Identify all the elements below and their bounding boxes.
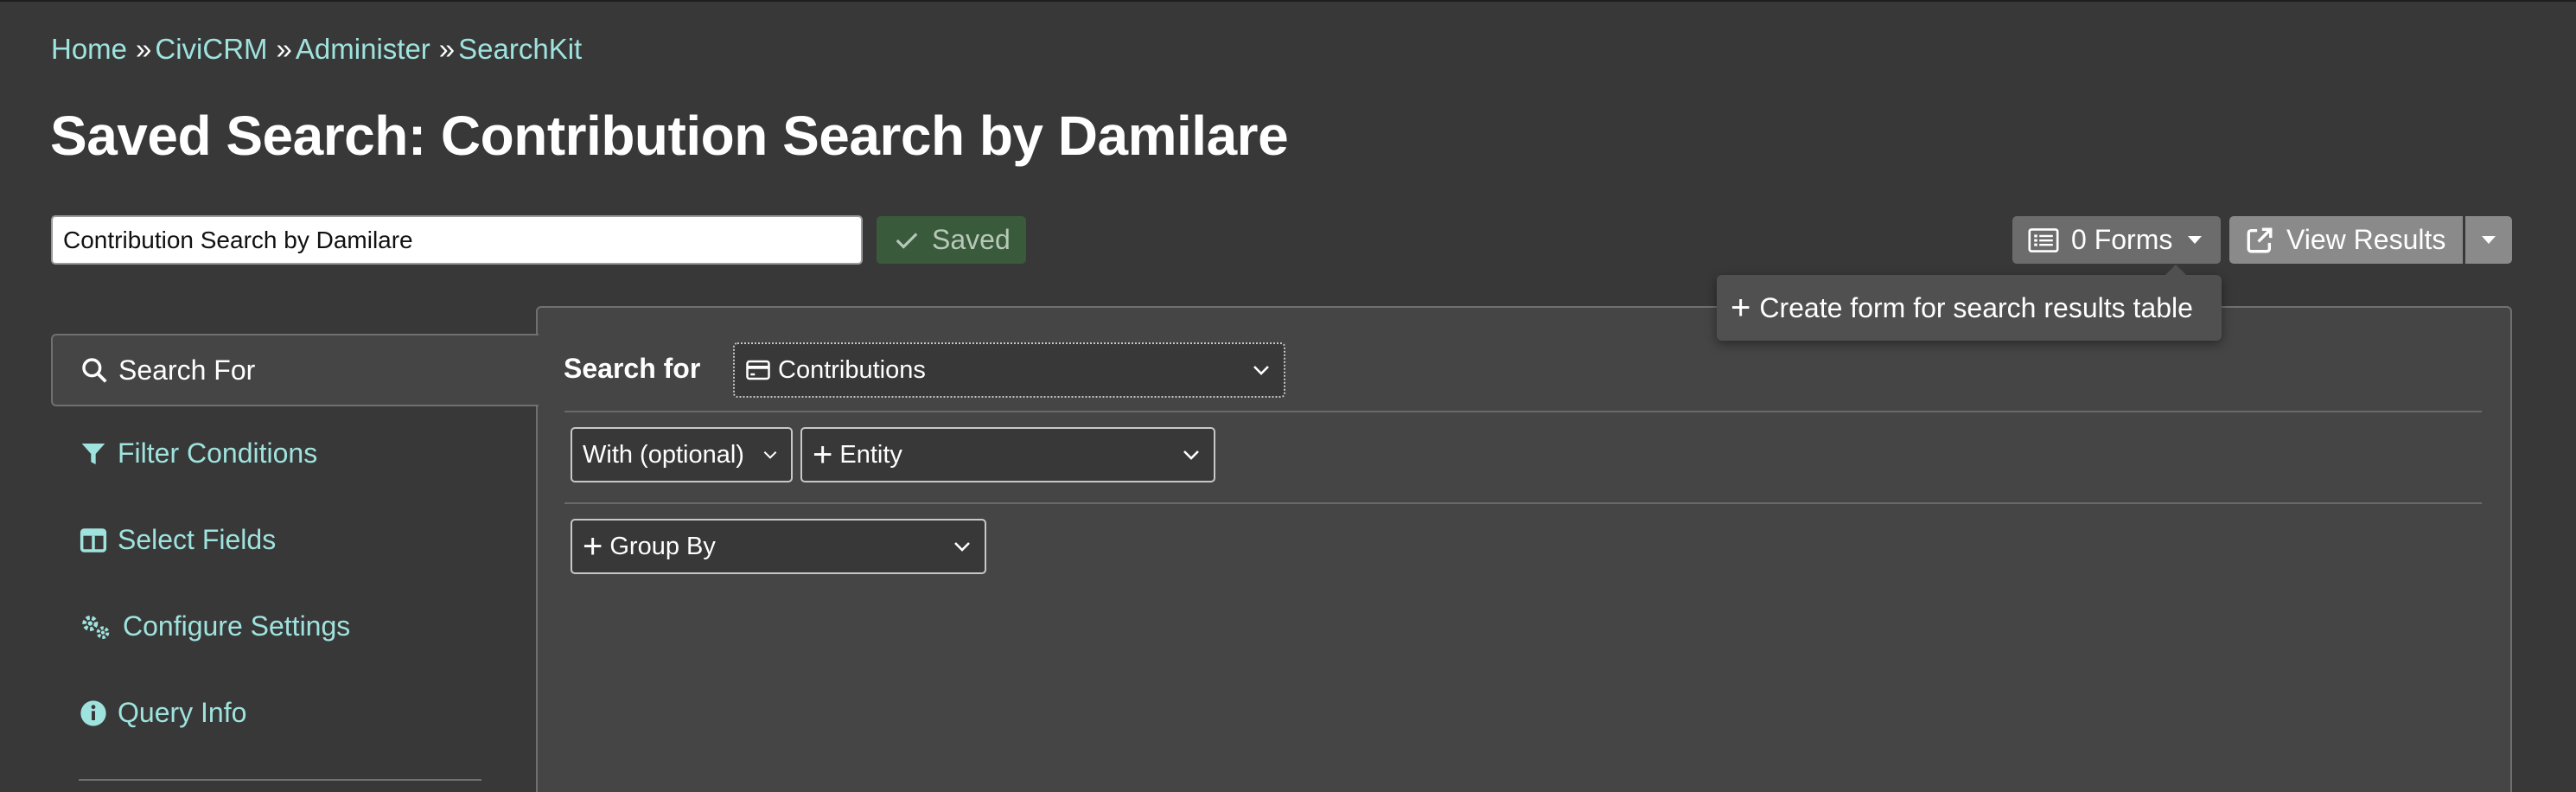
sidebar-item-select-fields[interactable]: Select Fields xyxy=(80,524,276,556)
sidebar-item-label: Filter Conditions xyxy=(118,438,318,469)
join-entity-select[interactable]: + Entity xyxy=(800,427,1215,482)
breadcrumb-civicrm[interactable]: CiviCRM xyxy=(155,33,267,66)
filter-icon xyxy=(81,443,105,464)
forms-dropdown-button[interactable]: 0 Forms xyxy=(2012,216,2221,264)
external-link-icon xyxy=(2247,227,2273,252)
caret-down-icon xyxy=(2188,236,2203,244)
join-type-value: With (optional) xyxy=(583,440,744,469)
tab-search-for[interactable]: Search For xyxy=(51,334,539,406)
sidebar-item-query-info[interactable]: Query Info xyxy=(80,697,246,729)
breadcrumb-separator: » xyxy=(276,33,292,65)
gears-icon xyxy=(82,615,110,639)
sidebar-item-label: Query Info xyxy=(118,697,247,728)
breadcrumb-administer[interactable]: Administer xyxy=(296,33,430,66)
columns-icon xyxy=(80,527,107,552)
credit-card-icon xyxy=(746,360,770,380)
search-for-label: Search for xyxy=(564,353,701,384)
join-entity-value: Entity xyxy=(839,440,902,469)
forms-dropdown-menu: + Create form for search results table xyxy=(1717,265,2222,341)
chevron-down-icon xyxy=(954,542,970,552)
create-form-menu-item[interactable]: Create form for search results table xyxy=(1759,292,2193,324)
chevron-down-icon xyxy=(763,450,777,459)
breadcrumb-home[interactable]: Home xyxy=(51,33,127,66)
entity-type-select[interactable]: Contributions xyxy=(733,342,1285,398)
search-icon xyxy=(82,358,107,383)
plus-icon: + xyxy=(583,527,603,565)
check-icon xyxy=(896,232,918,249)
sidebar-item-configure-settings[interactable]: Configure Settings xyxy=(80,610,350,642)
view-results-label: View Results xyxy=(2286,224,2446,255)
sidebar-item-label: Configure Settings xyxy=(123,610,351,642)
page-title: Saved Search: Contribution Search by Dam… xyxy=(50,105,1289,167)
sidebar-item-label: Select Fields xyxy=(118,524,277,555)
group-by-value: Group By xyxy=(609,532,716,560)
join-type-select[interactable]: With (optional) xyxy=(571,427,793,482)
sidebar-item-filter-conditions[interactable]: Filter Conditions xyxy=(80,438,317,469)
search-name-input[interactable] xyxy=(51,215,863,265)
plus-icon: + xyxy=(813,436,833,474)
breadcrumb: Home » CiviCRM » Administer » SearchKit xyxy=(51,33,582,66)
plus-icon: + xyxy=(1731,289,1751,327)
chevron-down-icon xyxy=(1183,450,1199,460)
breadcrumb-separator: » xyxy=(136,33,152,65)
page: Home » CiviCRM » Administer » SearchKit … xyxy=(0,0,2576,792)
view-results-button[interactable]: View Results xyxy=(2229,216,2463,264)
saved-status-badge: Saved xyxy=(877,216,1026,264)
saved-label: Saved xyxy=(932,224,1011,255)
chevron-down-icon xyxy=(1253,366,1269,375)
caret-down-icon xyxy=(2482,236,2496,244)
list-alt-icon xyxy=(2028,227,2059,252)
forms-button-label: 0 Forms xyxy=(2071,224,2173,255)
group-by-select[interactable]: + Group By xyxy=(571,519,986,574)
section-divider xyxy=(564,411,2482,412)
breadcrumb-separator: » xyxy=(438,33,456,65)
info-circle-icon xyxy=(80,699,106,726)
view-results-split-toggle[interactable] xyxy=(2465,216,2512,264)
section-divider xyxy=(564,502,2482,504)
sidebar-divider xyxy=(79,779,481,781)
breadcrumb-searchkit[interactable]: SearchKit xyxy=(458,33,582,66)
tab-search-for-label: Search For xyxy=(118,354,256,386)
entity-type-value: Contributions xyxy=(778,355,926,384)
